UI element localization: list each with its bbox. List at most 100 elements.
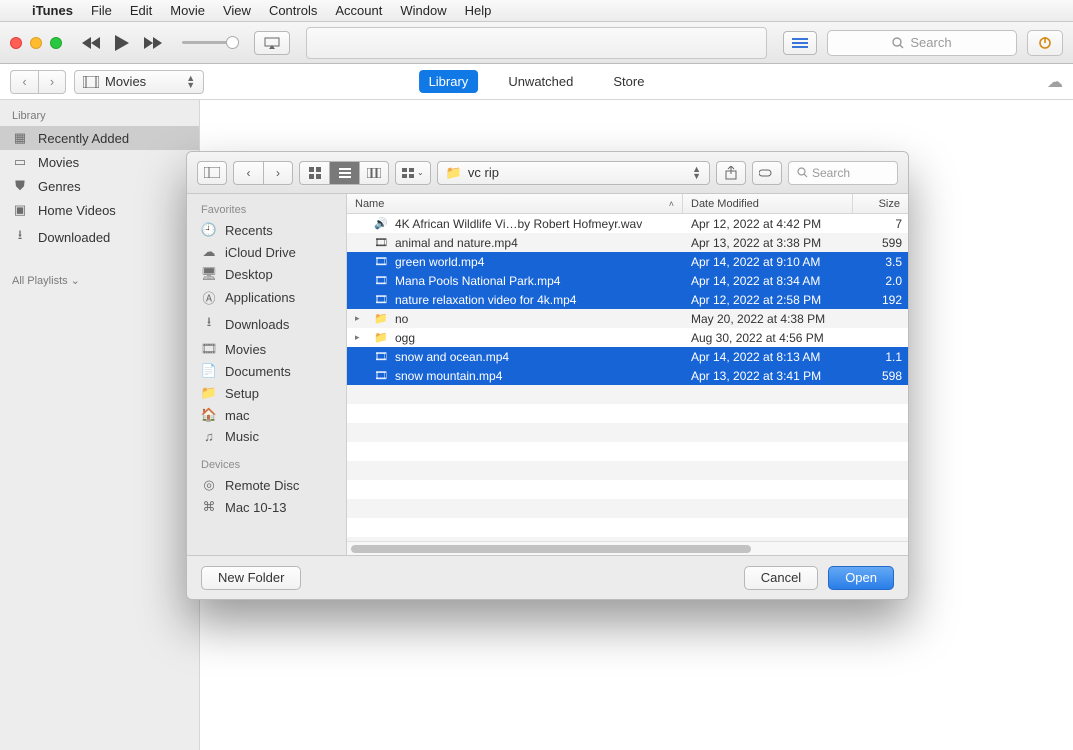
next-icon[interactable] [142, 36, 162, 50]
sidebar-all-playlists[interactable]: All Playlists ⌄ [0, 252, 199, 291]
group-by-button[interactable]: ⌄ [395, 161, 431, 185]
disclosure-icon[interactable]: ▸ [355, 332, 367, 343]
activity-button[interactable] [1027, 30, 1063, 56]
finder-sidebar-item[interactable]: ☁iCloud Drive [187, 241, 346, 263]
finder-sidebar-item[interactable]: ◎Remote Disc [187, 474, 346, 496]
sidebar-item-downloaded[interactable]: ⭳ Downloaded [0, 222, 199, 252]
sidebar-header-library: Library [0, 104, 199, 126]
column-date[interactable]: Date Modified [683, 194, 853, 213]
file-icon: 📁 [373, 312, 389, 325]
finder-sidebar-item[interactable]: 🎞Movies [187, 338, 346, 360]
file-row[interactable]: 🎞animal and nature.mp4 Apr 13, 2022 at 3… [347, 233, 908, 252]
open-button[interactable]: Open [828, 566, 894, 590]
list-icon [339, 168, 351, 178]
sidebar-toggle-button[interactable] [197, 161, 227, 185]
list-view-button[interactable] [329, 161, 359, 185]
sidebar-item-label: mac [225, 408, 250, 423]
sidebar-item-home-videos[interactable]: ▣ Home Videos [0, 198, 199, 222]
file-date: Apr 13, 2022 at 3:41 PM [683, 369, 853, 383]
play-icon[interactable] [114, 34, 130, 52]
file-row [347, 499, 908, 518]
file-name: animal and nature.mp4 [395, 236, 518, 250]
finder-sidebar-item[interactable]: 📄Documents [187, 360, 346, 382]
forward-button[interactable]: › [38, 70, 66, 94]
file-icon: 🎞 [373, 255, 389, 268]
file-date: Apr 14, 2022 at 8:34 AM [683, 274, 853, 288]
column-view-button[interactable] [359, 161, 389, 185]
file-row [347, 385, 908, 404]
column-name[interactable]: Name ˄ [347, 194, 683, 213]
file-list[interactable]: 🔊 4K African Wildlife Vi…by Robert Hofmey… [347, 214, 908, 541]
file-name: snow mountain.mp4 [395, 369, 502, 383]
airplay-button[interactable] [254, 31, 290, 55]
sidebar-item-genres[interactable]: ⛊ Genres [0, 174, 199, 198]
menu-controls[interactable]: Controls [269, 3, 317, 18]
itunes-search-field[interactable]: Search [827, 30, 1017, 56]
tab-store[interactable]: Store [603, 70, 654, 93]
file-icon: 🔊 [373, 217, 389, 230]
new-folder-button[interactable]: New Folder [201, 566, 301, 590]
file-row[interactable]: 🔊 4K African Wildlife Vi…by Robert Hofmey… [347, 214, 908, 233]
icon-view-button[interactable] [299, 161, 329, 185]
finder-sidebar-item[interactable]: ⒶApplications [187, 285, 346, 310]
search-icon [797, 167, 808, 178]
finder-sidebar-item[interactable]: ♫Music [187, 426, 346, 447]
sidebar-item-icon: 🖥 [201, 266, 217, 282]
file-row[interactable]: ▸📁no May 20, 2022 at 4:38 PM [347, 309, 908, 328]
sidebar-item-label: Setup [225, 386, 259, 401]
file-row[interactable]: 🎞snow and ocean.mp4 Apr 14, 2022 at 8:13… [347, 347, 908, 366]
minimize-window-button[interactable] [30, 37, 42, 49]
finder-sidebar-item[interactable]: 🏠mac [187, 404, 346, 426]
sidebar-item-icon: 🎞 [201, 341, 217, 357]
menu-app[interactable]: iTunes [32, 3, 73, 18]
finder-search-field[interactable]: Search [788, 161, 898, 185]
menu-file[interactable]: File [91, 3, 112, 18]
sidebar-item-movies[interactable]: ▭ Movies [0, 150, 199, 174]
menu-account[interactable]: Account [335, 3, 382, 18]
zoom-window-button[interactable] [50, 37, 62, 49]
close-window-button[interactable] [10, 37, 22, 49]
file-row[interactable]: 🎞nature relaxation video for 4k.mp4 Apr … [347, 290, 908, 309]
finder-back-button[interactable]: ‹ [233, 161, 263, 185]
sidebar-item-icon: ◎ [201, 477, 217, 493]
finder-sidebar-item[interactable]: 🖥 Desktop [187, 263, 346, 285]
finder-sidebar-item[interactable]: ⭳Downloads [187, 310, 346, 338]
list-view-button[interactable] [783, 31, 817, 55]
menu-movie[interactable]: Movie [170, 3, 205, 18]
volume-slider[interactable] [182, 41, 238, 44]
sidebar-item-label: Mac 10-13 [225, 500, 286, 515]
file-icon: 🎞 [373, 274, 389, 287]
tags-button[interactable] [752, 161, 782, 185]
tag-icon [759, 168, 775, 178]
menu-help[interactable]: Help [465, 3, 492, 18]
file-size: 7 [853, 217, 908, 231]
share-button[interactable] [716, 161, 746, 185]
finder-sidebar-item[interactable]: ⌘Mac 10-13 [187, 496, 346, 518]
file-row[interactable]: 🎞snow mountain.mp4 Apr 13, 2022 at 3:41 … [347, 366, 908, 385]
sidebar-item-label: Recently Added [38, 131, 129, 146]
horizontal-scrollbar[interactable] [347, 541, 908, 555]
path-popup[interactable]: 📁 vc rip ▲▼ [437, 161, 710, 185]
tab-library[interactable]: Library [419, 70, 479, 93]
file-row[interactable]: 🎞Mana Pools National Park.mp4 Apr 14, 20… [347, 271, 908, 290]
sidebar-item-recently-added[interactable]: ▦ Recently Added [0, 126, 199, 150]
column-size[interactable]: Size [853, 194, 908, 213]
finder-sidebar-item[interactable]: 🕘Recents [187, 219, 346, 241]
disclosure-icon[interactable]: ▸ [355, 313, 367, 324]
previous-icon[interactable] [82, 36, 102, 50]
tab-unwatched[interactable]: Unwatched [498, 70, 583, 93]
section-tabs: Library Unwatched Store [419, 70, 655, 93]
cancel-button[interactable]: Cancel [744, 566, 818, 590]
media-kind-picker[interactable]: Movies ▲▼ [74, 70, 204, 94]
file-name: 4K African Wildlife Vi…by Robert Hofmeyr… [395, 217, 642, 231]
menu-window[interactable]: Window [400, 3, 446, 18]
finder-forward-button[interactable]: › [263, 161, 293, 185]
file-row[interactable]: ▸📁ogg Aug 30, 2022 at 4:56 PM [347, 328, 908, 347]
file-row[interactable]: 🎞green world.mp4 Apr 14, 2022 at 9:10 AM… [347, 252, 908, 271]
menu-edit[interactable]: Edit [130, 3, 152, 18]
icloud-icon[interactable]: ☁ [1047, 72, 1063, 92]
sidebar-item-label: Desktop [225, 267, 273, 282]
finder-sidebar-item[interactable]: 📁Setup [187, 382, 346, 404]
back-button[interactable]: ‹ [10, 70, 38, 94]
menu-view[interactable]: View [223, 3, 251, 18]
